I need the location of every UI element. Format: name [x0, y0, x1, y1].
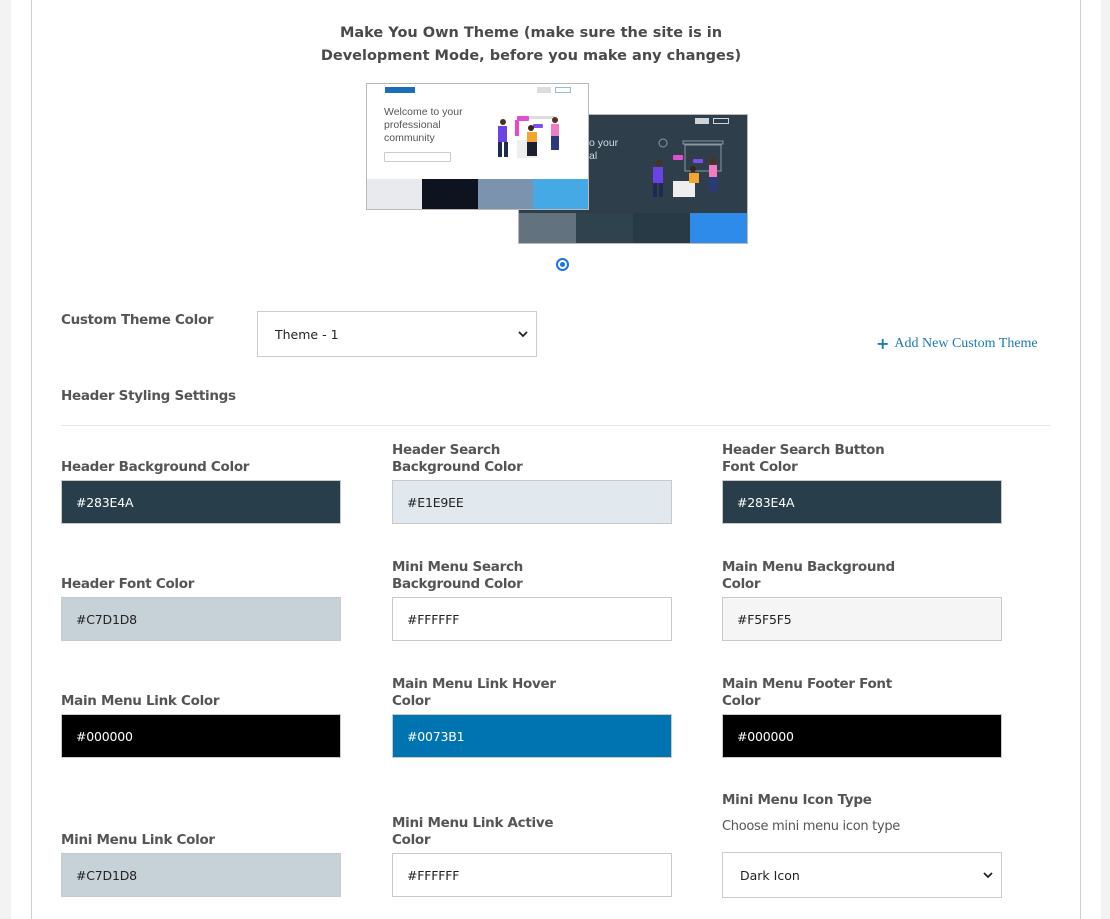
- header-search-background-color-input[interactable]: #E1E9EE: [392, 480, 672, 524]
- main-menu-footer-font-color-label: Main Menu Footer Font Color: [722, 676, 892, 709]
- icon-type-label: Mini Menu Icon Type: [722, 792, 872, 808]
- mini-menu-link-active-color-label: Mini Menu Link Active Color: [392, 815, 554, 848]
- preview-logo: [385, 87, 415, 93]
- main-menu-background-color-label: Main Menu Background Color: [722, 559, 895, 592]
- header-font-color-input[interactable]: #C7D1D8: [61, 597, 341, 641]
- icon-type-help: Choose mini menu icon type: [722, 819, 900, 834]
- preview-signin-button: [713, 118, 729, 124]
- preview-search: [384, 152, 451, 162]
- preview-swatch: [477, 179, 533, 209]
- header-background-color-input[interactable]: #283E4A: [61, 480, 341, 524]
- preview-swatch: [633, 213, 690, 243]
- chevron-down-icon: [518, 331, 528, 338]
- mini-menu-link-color-label: Mini Menu Link Color: [61, 832, 215, 848]
- main-menu-link-color-input[interactable]: #000000: [61, 714, 341, 758]
- preview-swatch: [576, 213, 633, 243]
- custom-theme-select[interactable]: Theme - 1: [257, 311, 537, 357]
- theme-radio-button[interactable]: [556, 258, 569, 271]
- preview-heading: Welcome to your professional community: [384, 106, 463, 144]
- preview-swatch: [422, 179, 478, 209]
- preview-dark-swatches: [519, 213, 747, 243]
- custom-theme-selected-value: Theme - 1: [275, 326, 339, 342]
- theme-preview-light[interactable]: Welcome to your professional community: [366, 83, 589, 210]
- main-menu-background-color-input[interactable]: #F5F5F5: [722, 597, 1002, 641]
- mini-menu-search-background-color-input[interactable]: #FFFFFF: [392, 597, 672, 641]
- preview-illustration: [498, 116, 559, 158]
- mini-menu-search-background-color-label: Mini Menu Search Background Color: [392, 559, 523, 592]
- preview-swatch: [367, 179, 423, 209]
- main-menu-link-hover-color-label: Main Menu Link Hover Color: [392, 676, 556, 709]
- icon-type-selected-value: Dark Icon: [740, 867, 800, 883]
- preview-swatch: [519, 213, 576, 243]
- preview-swatch: [532, 179, 588, 209]
- section-title: Header Styling Settings: [61, 388, 236, 404]
- custom-theme-label: Custom Theme Color: [61, 312, 214, 328]
- preview-signin-button: [555, 87, 571, 93]
- main-menu-footer-font-color-input[interactable]: #000000: [722, 714, 1002, 758]
- page-title-line-1: Make You Own Theme (make sure the site i…: [339, 25, 723, 41]
- header-background-color-label: Header Background Color: [61, 459, 250, 475]
- preview-illustration: [653, 138, 724, 197]
- icon-type-select[interactable]: Dark Icon: [722, 852, 1002, 898]
- main-menu-link-hover-color-input[interactable]: #0073B1: [392, 714, 672, 758]
- preview-join-button: [537, 87, 551, 93]
- preview-swatch: [690, 213, 747, 243]
- header-search-background-color-label: Header Search Background Color: [392, 442, 523, 475]
- add-new-custom-theme-link[interactable]: + Add New Custom Theme: [876, 336, 1038, 352]
- plus-icon: +: [876, 334, 890, 353]
- preview-join-button: [695, 118, 709, 124]
- mini-menu-link-active-color-input[interactable]: #FFFFFF: [392, 853, 672, 897]
- preview-light-swatches: [367, 179, 588, 209]
- mini-menu-link-color-input[interactable]: #C7D1D8: [61, 853, 341, 897]
- preview-heading: o your al: [589, 137, 619, 162]
- section-divider: [61, 425, 1050, 426]
- chevron-down-icon: [983, 872, 993, 879]
- page-title: Make You Own Theme (make sure the site i…: [0, 22, 1062, 68]
- main-menu-link-color-label: Main Menu Link Color: [61, 693, 220, 709]
- header-font-color-label: Header Font Color: [61, 576, 195, 592]
- header-search-button-font-color-input[interactable]: #283E4A: [722, 480, 1002, 524]
- page-title-line-2: Development Mode, before you make any ch…: [320, 48, 742, 64]
- header-search-button-font-color-label: Header Search Button Font Color: [722, 442, 885, 475]
- add-new-custom-theme-label: Add New Custom Theme: [894, 336, 1038, 351]
